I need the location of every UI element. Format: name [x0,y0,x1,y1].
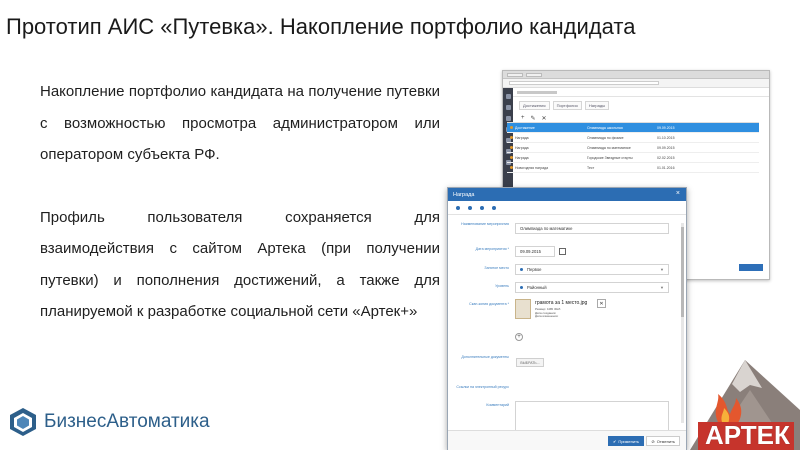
choose-file-button[interactable]: ВЫБРАТЬ... [516,358,544,367]
attachment-meta: Размер: 1МБ 30кб Дата создания: Дата изм… [535,307,560,319]
hexagon-logo-icon [10,408,36,436]
apply-button[interactable]: ✔ Применить [607,436,644,446]
scan-label: Скан-копия документа * [469,302,509,306]
artek-logo-text: АРТЕК [705,420,790,450]
slide-body: Накопление портфолио кандидата на получе… [40,76,440,328]
level-value: Районный [527,285,547,290]
calendar-icon[interactable] [559,248,566,255]
attachment-name: грамота за 1 место.jpg [535,300,588,306]
event-name-field[interactable]: Олимпиада по математике [515,223,669,234]
check-icon: ✔ [612,438,617,444]
window-action-button[interactable] [739,264,763,271]
dialog-footer: ✔ Применить ⊘ Отменить [447,430,687,450]
extra-docs-label: Дополнительные документы [461,355,509,359]
attachment-modified: Дата изменения: [535,314,559,319]
level-select[interactable]: Районный ▼ [515,282,669,293]
place-select[interactable]: Первое ▼ [515,264,669,275]
company-name: БизнесАвтоматика [44,411,210,432]
comment-label: Комментарий [486,403,509,407]
chevron-down-icon: ▼ [660,285,664,290]
cancel-label: Отменить [656,438,675,444]
event-name-value: Олимпиада по математике [520,226,573,231]
cancel-icon: ⊘ [651,438,655,444]
place-value: Первое [527,267,542,272]
event-date-label: Дата мероприятия * [475,247,509,251]
level-label: Уровень [495,284,509,288]
paragraph-portfolio: Накопление портфолио кандидата на получе… [40,83,440,163]
link-label: Ссылки на электронный ресурс [456,385,509,389]
attachment-item: грамота за 1 место.jpg ✕ Размер: 1МБ 30к… [515,297,610,325]
document-thumbnail[interactable] [515,299,531,319]
cancel-button[interactable]: ⊘ Отменить [646,436,680,446]
event-name-label: Наименование мероприятия [461,222,509,226]
company-logo: БизнесАвтоматика [8,407,210,437]
remove-attachment-icon[interactable]: ✕ [597,299,606,308]
event-date-value: 09.09.2015 [520,249,541,254]
place-label: Занятое место [484,266,509,270]
chevron-down-icon: ▼ [660,267,664,272]
comment-textarea[interactable] [515,401,669,431]
apply-label: Применить [618,438,639,444]
add-attachment-icon[interactable]: + [515,333,523,341]
event-date-field[interactable]: 09.09.2015 [515,246,555,257]
paragraph-profile: Профиль пользователя сохраняется для вза… [40,208,440,321]
